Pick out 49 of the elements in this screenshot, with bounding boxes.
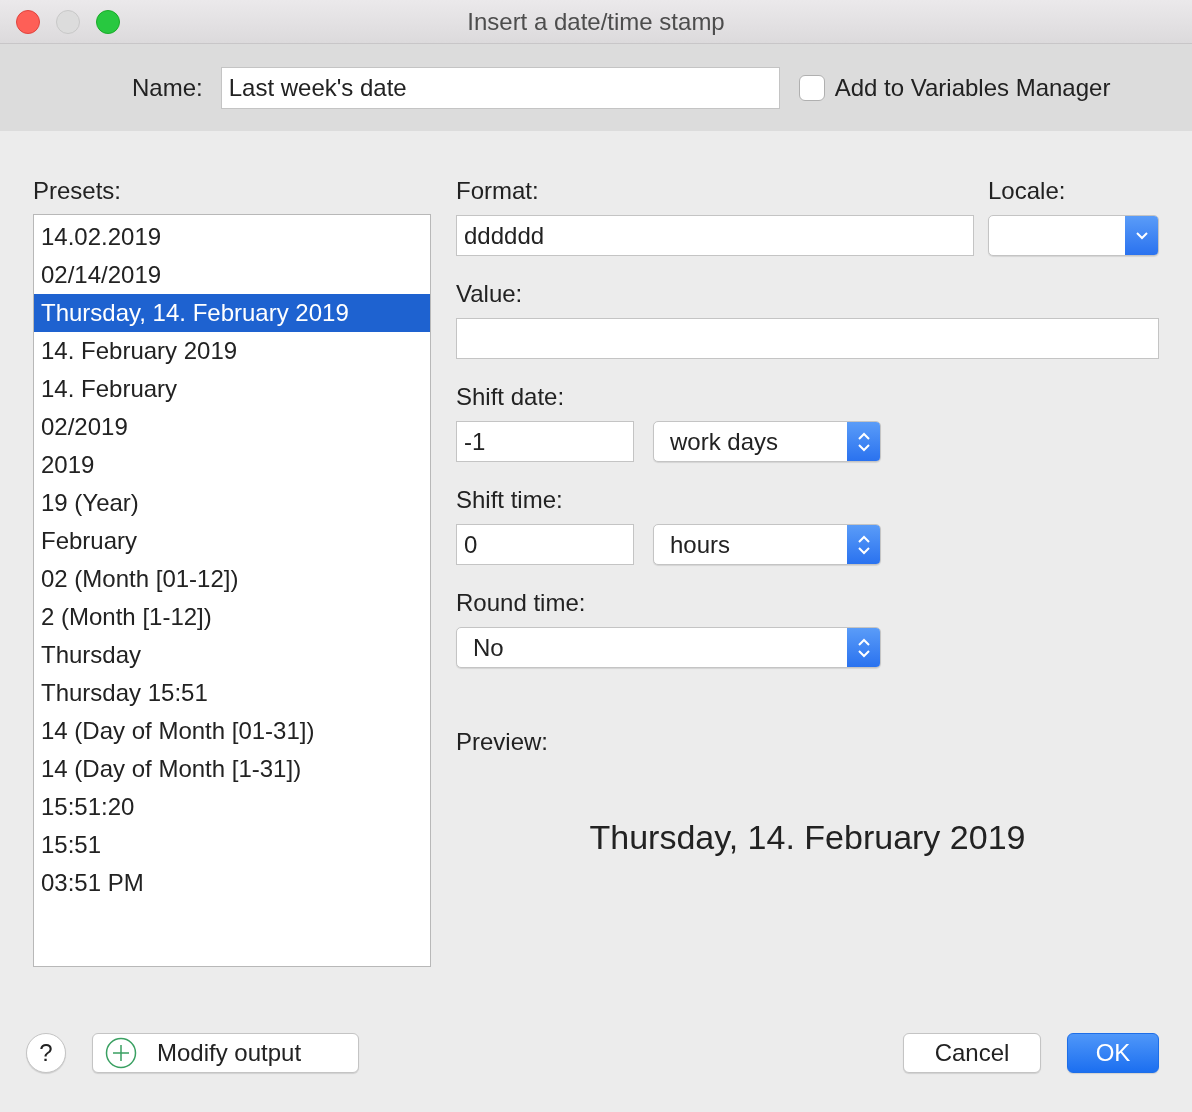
- preview-label: Preview:: [456, 727, 550, 757]
- preset-item[interactable]: February: [34, 522, 430, 560]
- shift-date-unit-dropdown[interactable]: work days: [653, 421, 881, 462]
- round-time-dropdown[interactable]: No: [456, 627, 881, 668]
- preset-item[interactable]: Thursday: [34, 636, 430, 674]
- checkbox-label: Add to Variables Manager: [834, 72, 1111, 103]
- cancel-button[interactable]: Cancel: [903, 1033, 1041, 1073]
- shift-time-field[interactable]: 0: [456, 524, 634, 565]
- name-label: Name:: [132, 72, 203, 103]
- shift-time-unit-dropdown[interactable]: hours: [653, 524, 881, 565]
- preview-text: Thursday, 14. February 2019: [589, 818, 1026, 856]
- preset-item[interactable]: 2019: [34, 446, 430, 484]
- preset-item[interactable]: 15:51: [34, 826, 430, 864]
- shift-time-label: Shift time:: [456, 485, 564, 515]
- chevron-down-icon: [1134, 230, 1149, 241]
- preset-item[interactable]: 02/2019: [34, 408, 430, 446]
- window-title: Insert a date/time stamp: [467, 7, 725, 36]
- preset-item[interactable]: Thursday, 14. February 2019: [34, 294, 430, 332]
- format-label: Format:: [456, 176, 540, 206]
- minimize-button[interactable]: [56, 10, 80, 34]
- preset-item[interactable]: Thursday 15:51: [34, 674, 430, 712]
- value-field[interactable]: [456, 318, 1159, 359]
- preset-item[interactable]: 14. February 2019: [34, 332, 430, 370]
- locale-label: Locale:: [988, 176, 1067, 206]
- zoom-button[interactable]: [96, 10, 120, 34]
- close-button[interactable]: [16, 10, 40, 34]
- preset-item[interactable]: 03:51 PM: [34, 864, 430, 902]
- preset-item[interactable]: 14 (Day of Month [1-31]): [34, 750, 430, 788]
- checkbox[interactable]: [798, 74, 825, 101]
- preset-item[interactable]: 2 (Month [1-12]): [34, 598, 430, 636]
- preset-item[interactable]: 15:51:20: [34, 788, 430, 826]
- ok-button[interactable]: OK: [1067, 1033, 1159, 1073]
- preset-item[interactable]: 14 (Day of Month [01-31]): [34, 712, 430, 750]
- locale-dropdown[interactable]: [988, 215, 1159, 256]
- preset-item[interactable]: 19 (Year): [34, 484, 430, 522]
- plus-circle-icon: [105, 1037, 137, 1069]
- presets-label: Presets:: [33, 176, 123, 206]
- shift-date-label: Shift date:: [456, 382, 566, 412]
- round-time-label: Round time:: [456, 588, 587, 618]
- help-button[interactable]: ?: [26, 1033, 66, 1073]
- modify-output-button[interactable]: Modify output: [92, 1033, 359, 1073]
- preset-item[interactable]: 14. February: [34, 370, 430, 408]
- value-label: Value:: [456, 279, 524, 309]
- shift-date-field[interactable]: -1: [456, 421, 634, 462]
- preset-item[interactable]: 14.02.2019: [34, 218, 430, 256]
- preset-item[interactable]: 02/14/2019: [34, 256, 430, 294]
- preset-item[interactable]: 02 (Month [01-12]): [34, 560, 430, 598]
- format-field[interactable]: dddddd: [456, 215, 974, 256]
- name-field[interactable]: Last week's date: [220, 66, 780, 109]
